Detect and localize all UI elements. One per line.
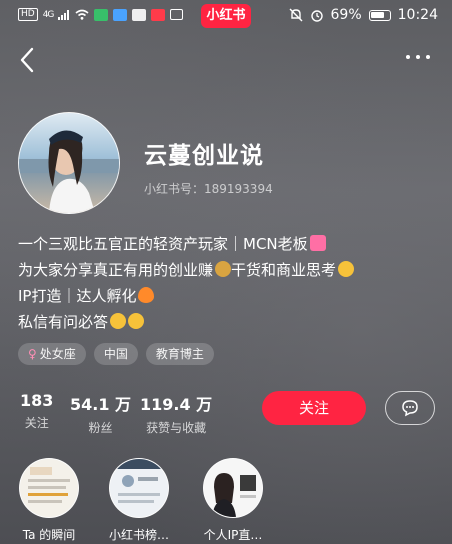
follow-button[interactable]: 关注 xyxy=(262,391,366,425)
kiss-face-icon xyxy=(128,313,145,329)
highlight-ranking[interactable]: 小红书榜… xyxy=(108,458,170,543)
avatar[interactable] xyxy=(18,112,120,214)
signal-icon xyxy=(58,9,70,20)
battery-icon xyxy=(368,9,391,21)
hd-indicator: HD xyxy=(18,8,38,21)
highlight-moments[interactable]: Ta 的瞬间 xyxy=(18,458,80,543)
bio-text: IP打造｜达人孵化 xyxy=(18,287,137,305)
profile-name: 云蔓创业说 xyxy=(144,143,264,169)
bio-text: 一个三观比五官正的轻资产玩家｜MCN老板 xyxy=(18,235,308,253)
wechat-icon xyxy=(94,8,109,21)
female-icon: ♀ xyxy=(28,347,37,361)
app-brand-badge: 小红书 xyxy=(201,4,251,28)
search-app-icon xyxy=(113,8,128,21)
status-bar: HD 4G 小红书 69% 10:24 xyxy=(0,0,452,32)
stat-likes-collections[interactable]: 119.4 万 获赞与收藏 xyxy=(140,391,212,436)
hearts-icon xyxy=(309,235,326,251)
bio-text: 干货和商业思考 xyxy=(231,261,337,279)
bio-text: 私信有问必答 xyxy=(18,313,109,331)
mute-icon xyxy=(289,8,303,22)
profile-tags: ♀ 处女座 中国 教育博主 xyxy=(18,343,214,365)
back-arrow-icon[interactable] xyxy=(16,46,40,74)
more-options-icon[interactable] xyxy=(406,55,434,65)
bio-line-3: IP打造｜达人孵化 xyxy=(18,286,155,306)
tag-category[interactable]: 教育博主 xyxy=(145,343,214,365)
tag-zodiac[interactable]: ♀ 处女座 xyxy=(18,343,86,365)
network-indicator: 4G xyxy=(42,9,55,20)
highlight-thumbnail xyxy=(109,458,169,518)
message-button[interactable] xyxy=(385,391,435,425)
kiss-face-icon xyxy=(110,313,127,329)
fire-icon xyxy=(138,287,155,303)
bio-line-1: 一个三观比五官正的轻资产玩家｜MCN老板 xyxy=(18,234,326,254)
bio-line-2: 为大家分享真正有用的创业赚 干货和商业思考 xyxy=(18,260,355,280)
status-right: 69% 10:24 xyxy=(289,7,438,23)
app-notification-icon xyxy=(151,8,166,21)
money-bag-icon xyxy=(215,261,232,277)
tag-location[interactable]: 中国 xyxy=(93,343,138,365)
clock: 10:24 xyxy=(397,7,438,23)
avatar-photo xyxy=(19,130,119,213)
highlight-personal-ip[interactable]: 个人IP直… xyxy=(202,458,264,543)
status-left: HD 4G xyxy=(18,8,184,21)
thinking-face-icon xyxy=(338,261,355,277)
highlight-thumbnail xyxy=(19,458,79,518)
bio-text: 为大家分享真正有用的创业赚 xyxy=(18,261,214,279)
bio-line-4: 私信有问必答 xyxy=(18,312,145,332)
stat-followers[interactable]: 54.1 万 粉丝 xyxy=(70,391,131,436)
image-icon xyxy=(170,9,184,20)
qq-icon xyxy=(132,8,147,21)
alarm-icon xyxy=(310,10,323,22)
wifi-icon xyxy=(75,9,89,20)
chat-bubble-icon xyxy=(402,400,418,417)
stat-following[interactable]: 183 关注 xyxy=(20,391,53,431)
highlight-thumbnail xyxy=(203,458,263,518)
red-id[interactable]: 小红书号：189193394 xyxy=(144,180,273,197)
battery-percent: 69% xyxy=(330,7,362,23)
